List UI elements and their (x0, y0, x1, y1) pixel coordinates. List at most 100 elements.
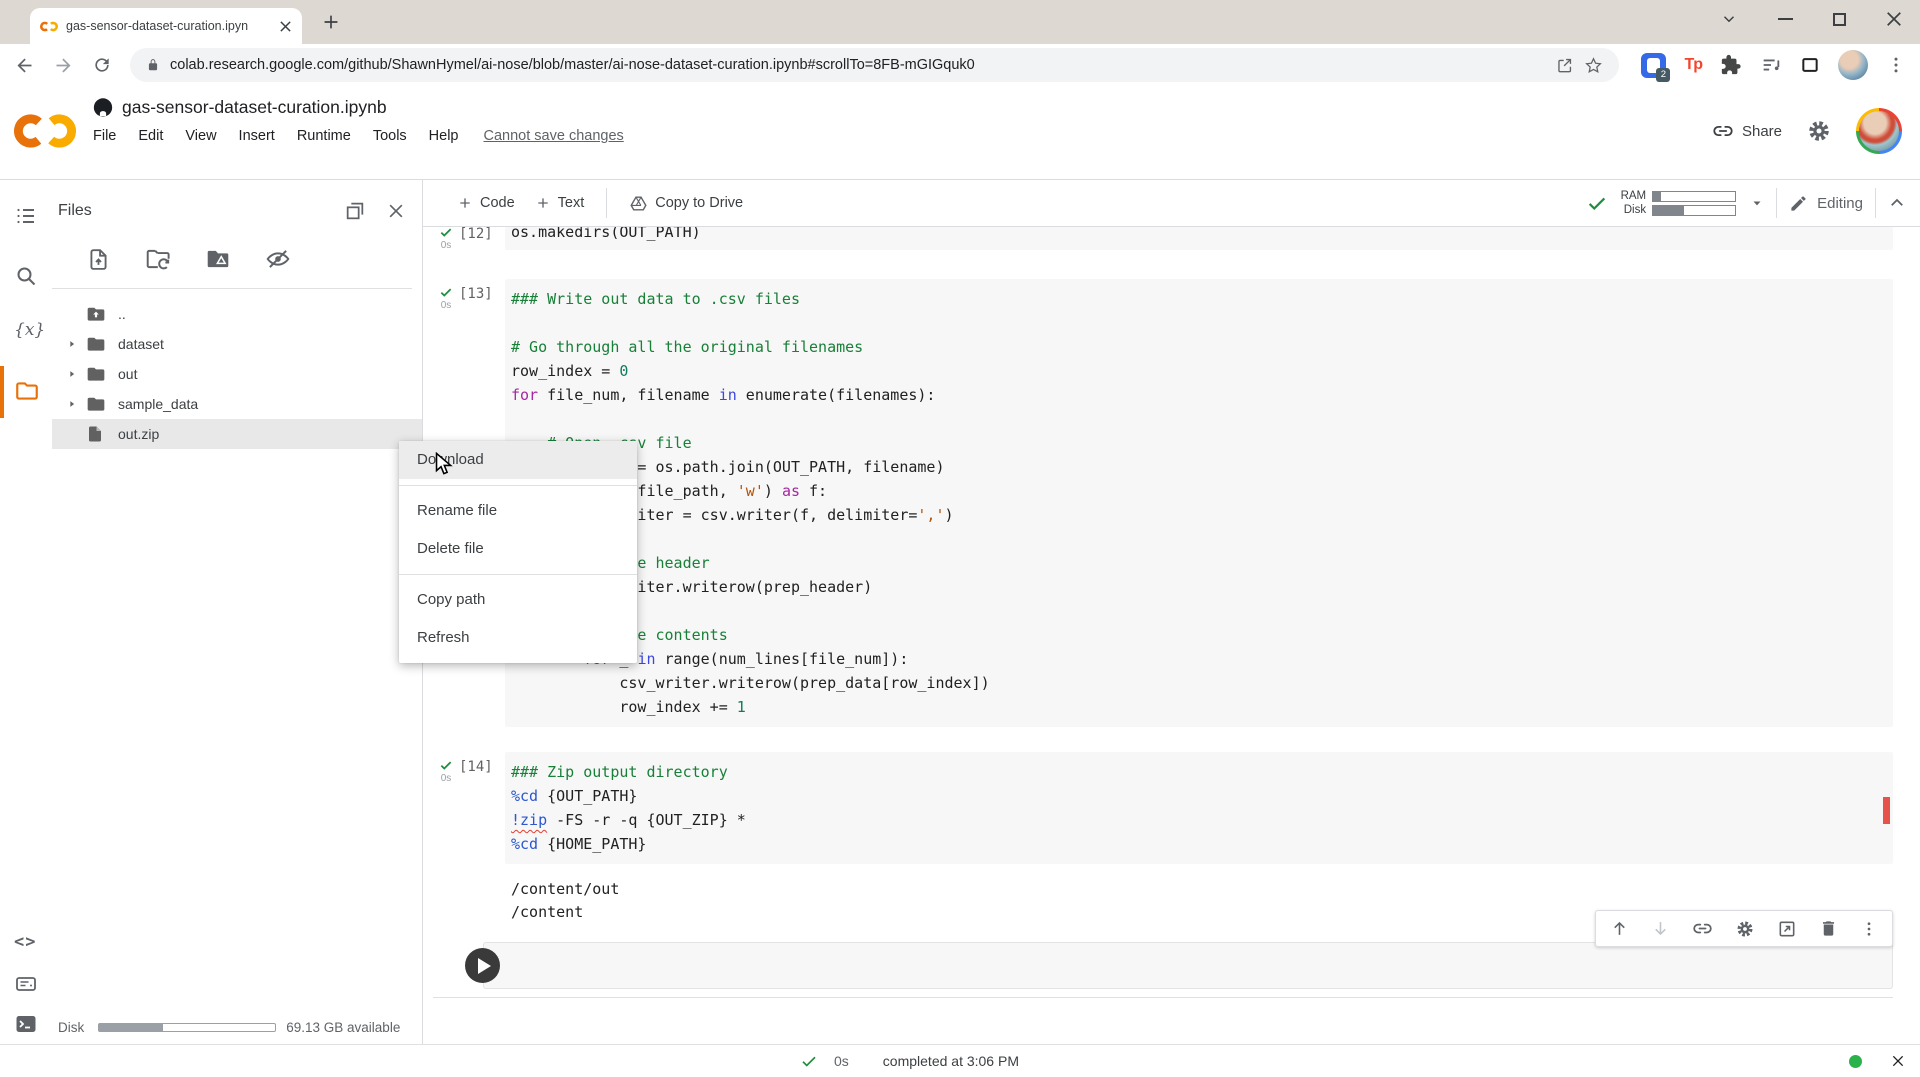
code-editor[interactable]: ### Zip output directory %cd {OUT_PATH} … (505, 752, 1893, 864)
menu-tools[interactable]: Tools (362, 123, 418, 149)
menu-runtime[interactable]: Runtime (286, 123, 362, 149)
expand-caret-icon[interactable] (67, 369, 77, 379)
delete-cell-trash-icon[interactable] (1819, 919, 1838, 938)
resources-indicator[interactable]: RAM Disk (1586, 190, 1764, 216)
menu-insert[interactable]: Insert (228, 123, 286, 149)
menu-view[interactable]: View (174, 123, 227, 149)
media-playlist-icon[interactable] (1760, 54, 1782, 76)
file-tree-item-out[interactable]: out (52, 359, 422, 389)
menu-edit[interactable]: Edit (127, 123, 174, 149)
context-menu-item-copy-path[interactable]: Copy path (399, 581, 637, 619)
menu-bar: FileEditViewInsertRuntimeToolsHelp Canno… (82, 123, 624, 149)
notebook-title[interactable]: gas-sensor-dataset-curation.ipynb (122, 97, 387, 118)
add-text-button[interactable]: Text (525, 189, 595, 217)
reload-icon[interactable] (92, 55, 112, 75)
context-menu-item-refresh[interactable]: Refresh (399, 619, 637, 657)
sidebar-rail: {x} <> (0, 180, 52, 1044)
drive-icon (629, 194, 648, 213)
hidden-files-eye-icon[interactable] (265, 246, 291, 272)
connected-check-icon (1586, 192, 1608, 214)
empty-code-cell[interactable] (433, 942, 1893, 998)
folder-icon (86, 334, 108, 354)
tab-close-icon[interactable] (279, 20, 292, 33)
window-chevron-down-icon[interactable] (1720, 10, 1738, 28)
close-panel-icon[interactable] (386, 201, 406, 221)
url-omnibox[interactable]: colab.research.google.com/github/ShawnHy… (130, 48, 1619, 82)
copy-to-drive-button[interactable]: Copy to Drive (619, 188, 753, 219)
colab-favicon (40, 19, 58, 34)
code-snippets-icon[interactable]: <> (14, 932, 36, 952)
upload-file-icon[interactable] (86, 247, 111, 272)
expand-caret-icon[interactable] (67, 399, 77, 409)
expand-caret-icon[interactable] (67, 339, 77, 349)
colab-logo[interactable] (14, 108, 76, 154)
more-cell-actions-kebab-icon[interactable] (1860, 920, 1878, 938)
file-name: dataset (118, 336, 164, 352)
code-editor[interactable]: os.makedirs(OUT_PATH) (505, 227, 1893, 250)
resources-dropdown-icon[interactable] (1750, 196, 1764, 210)
extension-tp-icon[interactable]: Tp (1684, 56, 1702, 74)
dismiss-status-icon[interactable] (1890, 1053, 1906, 1069)
copy-to-drive-label: Copy to Drive (655, 195, 743, 211)
editing-mode-button[interactable]: Editing (1789, 194, 1863, 213)
copy-link-to-cell-icon[interactable] (1692, 918, 1713, 939)
browser-tab[interactable]: gas-sensor-dataset-curation.ipyn (30, 8, 302, 44)
search-icon[interactable] (14, 264, 38, 288)
menu-help[interactable]: Help (418, 123, 470, 149)
window-minimize-button[interactable] (1778, 18, 1793, 20)
forward-icon[interactable] (53, 55, 74, 76)
code-input-area[interactable] (483, 942, 1893, 989)
context-menu-item-delete-file[interactable]: Delete file (399, 530, 637, 568)
add-code-button[interactable]: Code (447, 189, 525, 217)
browser-menu-kebab-icon[interactable] (1886, 55, 1906, 75)
terminal-icon[interactable] (14, 1012, 38, 1036)
new-tab-button[interactable] (320, 11, 342, 33)
scroll-error-marker (1883, 797, 1890, 824)
play-icon (478, 958, 491, 974)
cell-toolbar (1595, 910, 1893, 947)
menu-divider (399, 574, 637, 575)
window-close-button[interactable] (1886, 11, 1902, 27)
context-menu-item-rename-file[interactable]: Rename file (399, 492, 637, 530)
window-maximize-button[interactable] (1833, 13, 1846, 26)
share-button[interactable]: Share (1712, 120, 1782, 142)
ram-label: RAM (1616, 190, 1646, 202)
extension-shield-icon[interactable]: 2 (1641, 53, 1666, 78)
execution-count[interactable]: [12] (459, 227, 493, 242)
collapse-header-chevron-icon[interactable] (1888, 194, 1906, 212)
file-tree-item-dataset[interactable]: dataset (52, 329, 422, 359)
menu-file[interactable]: File (82, 123, 127, 149)
cell-settings-gear-icon[interactable] (1735, 919, 1755, 939)
refresh-folder-icon[interactable] (145, 246, 171, 272)
move-cell-up-icon[interactable] (1610, 919, 1629, 938)
settings-gear-icon[interactable] (1806, 118, 1832, 144)
back-icon[interactable] (14, 55, 35, 76)
variables-icon[interactable]: {x} (14, 320, 45, 340)
execution-count[interactable]: [14] (459, 758, 493, 775)
command-palette-icon[interactable] (14, 972, 38, 996)
extensions-puzzle-icon[interactable] (1720, 54, 1742, 76)
popout-panel-icon[interactable] (344, 200, 366, 222)
side-panel-icon[interactable] (1800, 55, 1820, 75)
mirror-cell-icon[interactable] (1777, 919, 1797, 939)
mount-drive-icon[interactable] (205, 246, 231, 272)
browser-profile-avatar[interactable] (1838, 50, 1868, 80)
code-editor[interactable]: ### Write out data to .csv files # Go th… (505, 279, 1893, 727)
file-tree-item-sample-data[interactable]: sample_data (52, 389, 422, 419)
file-tree-item-[interactable]: .. (52, 299, 422, 329)
run-cell-button[interactable] (465, 948, 500, 983)
code-cell-14: 0s[14]### Zip output directory %cd {OUT_… (433, 752, 1893, 924)
add-code-label: Code (480, 195, 515, 211)
file-tree-item-out-zip[interactable]: out.zip (52, 419, 422, 449)
folder-up-icon (86, 304, 108, 324)
user-avatar[interactable] (1856, 108, 1902, 154)
move-cell-down-icon[interactable] (1651, 919, 1670, 938)
share-page-icon[interactable] (1555, 56, 1574, 75)
bookmark-star-icon[interactable] (1584, 56, 1603, 75)
execution-count[interactable]: [13] (459, 285, 493, 302)
file-tree: .. dataset outsample_dataout.zip (52, 289, 422, 449)
save-status-link[interactable]: Cannot save changes (484, 128, 624, 144)
status-check-icon (800, 1052, 818, 1070)
table-of-contents-icon[interactable] (14, 204, 38, 228)
files-folder-icon[interactable] (14, 378, 40, 404)
